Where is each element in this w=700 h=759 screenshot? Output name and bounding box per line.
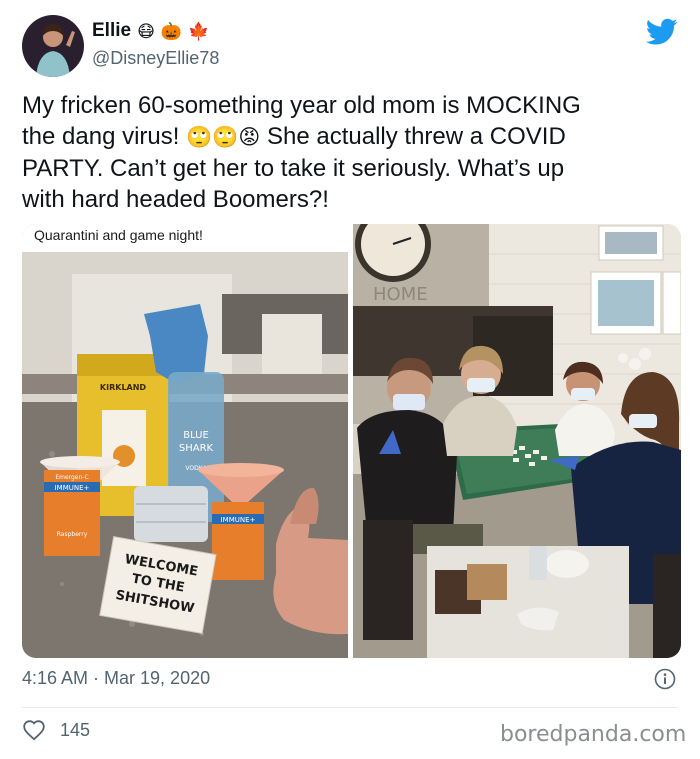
author-name-row: Ellie 😷 🎃 🍁	[92, 20, 209, 42]
tweet-line-2-start: the dang virus!	[22, 123, 180, 150]
bottle-label-2: SHARK	[179, 443, 214, 454]
tweet-line-4: with hard headed Boomers?!	[22, 186, 329, 213]
angry-face-emoji: 😡	[238, 126, 261, 149]
footer-divider	[22, 707, 678, 708]
tweet-timestamp[interactable]: 4:16 AM · Mar 19, 2020	[22, 668, 210, 689]
wall-letters: HOME	[373, 284, 428, 305]
info-icon[interactable]	[654, 668, 676, 690]
tweet-card: Ellie 😷 🎃 🍁 @DisneyEllie78 My fricken 60…	[0, 0, 700, 759]
like-action[interactable]: 145	[22, 719, 90, 741]
mask-emoji: 😷	[137, 21, 155, 41]
packet-brand: Emergen-C	[55, 474, 88, 481]
tweet-line-3: PARTY. Can’t get her to take it seriousl…	[22, 155, 565, 182]
tweet-line-2-end: She actually threw a COVID	[267, 123, 566, 150]
avatar[interactable]	[22, 15, 84, 77]
bottle-label-1: BLUE	[183, 430, 209, 441]
packet-label-right: IMMUNE+	[221, 516, 256, 524]
photo-caption: Quarantini and game night!	[34, 227, 203, 243]
media-image-left[interactable]: KIRKLAND BLUE SHARK VODKA Emergen-C IMMU…	[22, 224, 348, 658]
eye-roll-emoji: 🙄	[212, 126, 239, 149]
twitter-bird-icon[interactable]	[646, 18, 678, 46]
caption-bar: Quarantini and game night!	[22, 224, 348, 252]
maple-leaf-emoji: 🍁	[187, 21, 210, 41]
source-watermark: boredpanda.com	[500, 722, 687, 747]
author-handle[interactable]: @DisneyEllie78	[92, 48, 219, 69]
tweet-line-1: My fricken 60-something year old mom is …	[22, 92, 581, 119]
pumpkin-emoji: 🎃	[160, 21, 182, 41]
heart-icon[interactable]	[22, 719, 46, 741]
tweet-text: My fricken 60-something year old mom is …	[22, 90, 682, 215]
author-name[interactable]: Ellie	[92, 20, 131, 42]
eye-roll-emoji: 🙄	[186, 126, 213, 149]
box-brand-label: KIRKLAND	[100, 383, 147, 392]
packet-label: IMMUNE+	[55, 484, 90, 492]
like-count: 145	[60, 719, 91, 740]
packet-flavor-left: Raspberry	[57, 531, 88, 538]
media-image-right[interactable]: HOME	[353, 224, 681, 658]
tweet-line-2: the dang virus! 🙄🙄😡 She actually threw a…	[22, 121, 682, 153]
